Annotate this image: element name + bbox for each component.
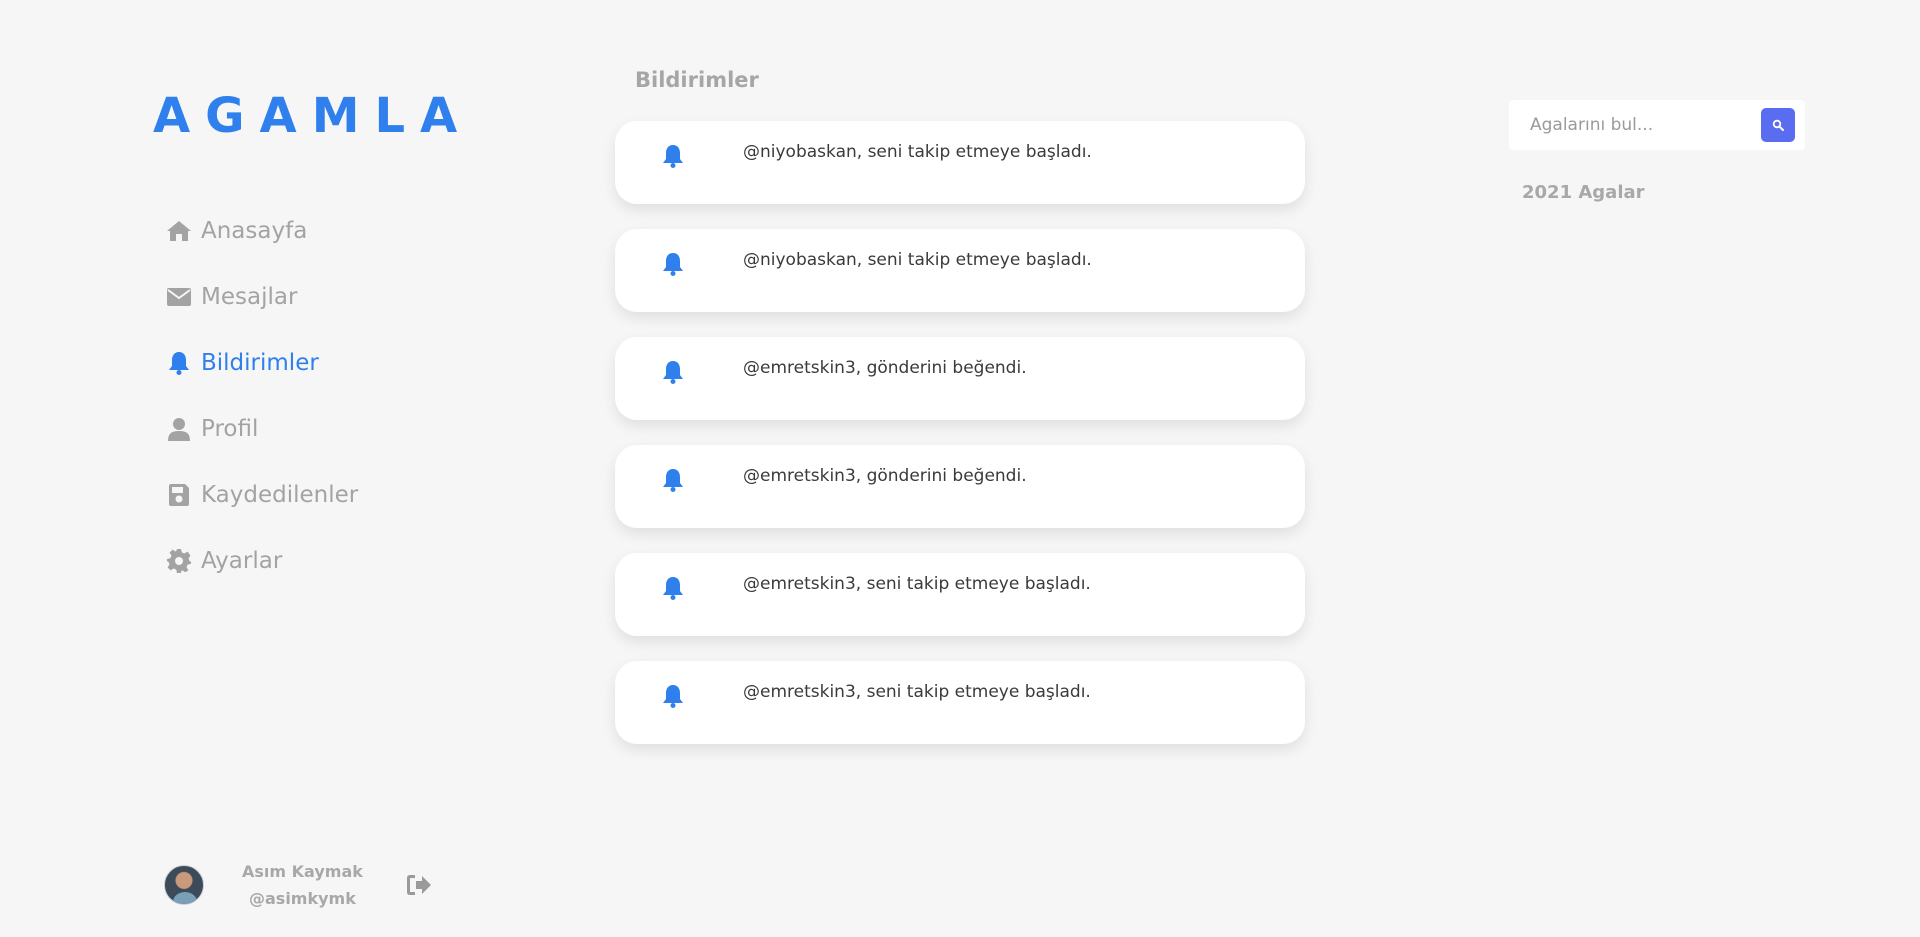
- bell-icon: [662, 252, 684, 276]
- avatar[interactable]: [164, 865, 204, 905]
- sidebar-item-profil[interactable]: Profil: [165, 396, 358, 462]
- notification-text: @emretskin3, seni takip etmeye başladı.: [743, 682, 1091, 702]
- notification-text: @emretskin3, gönderini beğendi.: [743, 358, 1027, 378]
- notification-text: @niyobaskan, seni takip etmeye başladı.: [743, 250, 1092, 270]
- search-icon: [1772, 119, 1784, 131]
- sidebar-item-kaydedilenler[interactable]: Kaydedilenler: [165, 462, 358, 528]
- notification-list: @niyobaskan, seni takip etmeye başladı. …: [615, 121, 1305, 769]
- sidebar-item-mesajlar[interactable]: Mesajlar: [165, 264, 358, 330]
- suggestions-title: 2021 Agalar: [1522, 182, 1645, 203]
- bell-icon: [662, 144, 684, 168]
- notification-text: @niyobaskan, seni takip etmeye başladı.: [743, 142, 1092, 162]
- notification-card[interactable]: @emretskin3, seni takip etmeye başladı.: [615, 661, 1305, 744]
- user-name: Asım Kaymak: [242, 862, 363, 881]
- bell-icon: [662, 684, 684, 708]
- user-profile: Asım Kaymak @asimkymk: [164, 858, 431, 912]
- sidebar-item-label: Profil: [201, 416, 259, 442]
- logout-icon[interactable]: [406, 875, 431, 895]
- notification-card[interactable]: @emretskin3, seni takip etmeye başladı.: [615, 553, 1305, 636]
- sidebar-item-label: Bildirimler: [201, 350, 319, 376]
- notification-card[interactable]: @niyobaskan, seni takip etmeye başladı.: [615, 121, 1305, 204]
- save-icon: [165, 481, 193, 509]
- notification-card[interactable]: @emretskin3, gönderini beğendi.: [615, 445, 1305, 528]
- notification-card[interactable]: @emretskin3, gönderini beğendi.: [615, 337, 1305, 420]
- bell-icon: [662, 360, 684, 384]
- sidebar-item-bildirimler[interactable]: Bildirimler: [165, 330, 358, 396]
- sidebar-item-label: Kaydedilenler: [201, 482, 359, 508]
- sidebar-item-label: Mesajlar: [201, 284, 298, 310]
- sidebar-nav: Anasayfa Mesajlar Bildirimler Profil Kay…: [165, 198, 358, 594]
- search-input[interactable]: [1528, 114, 1748, 136]
- sidebar-item-label: Ayarlar: [201, 548, 283, 574]
- notification-card[interactable]: @niyobaskan, seni takip etmeye başladı.: [615, 229, 1305, 312]
- sidebar-item-anasayfa[interactable]: Anasayfa: [165, 198, 358, 264]
- notification-text: @emretskin3, gönderini beğendi.: [743, 466, 1027, 486]
- envelope-icon: [165, 283, 193, 311]
- gear-icon: [165, 547, 193, 575]
- notification-text: @emretskin3, seni takip etmeye başladı.: [743, 574, 1091, 594]
- home-icon: [165, 217, 193, 245]
- search-box: [1509, 100, 1805, 150]
- app-logo[interactable]: AGAMLA: [153, 88, 472, 144]
- page-title: Bildirimler: [635, 68, 759, 92]
- user-icon: [165, 415, 193, 443]
- search-button[interactable]: [1761, 108, 1795, 142]
- bell-icon: [165, 349, 193, 377]
- bell-icon: [662, 468, 684, 492]
- bell-icon: [662, 576, 684, 600]
- user-info: Asım Kaymak @asimkymk: [242, 858, 363, 912]
- sidebar-item-ayarlar[interactable]: Ayarlar: [165, 528, 358, 594]
- user-handle: @asimkymk: [249, 889, 356, 908]
- sidebar-item-label: Anasayfa: [201, 218, 308, 244]
